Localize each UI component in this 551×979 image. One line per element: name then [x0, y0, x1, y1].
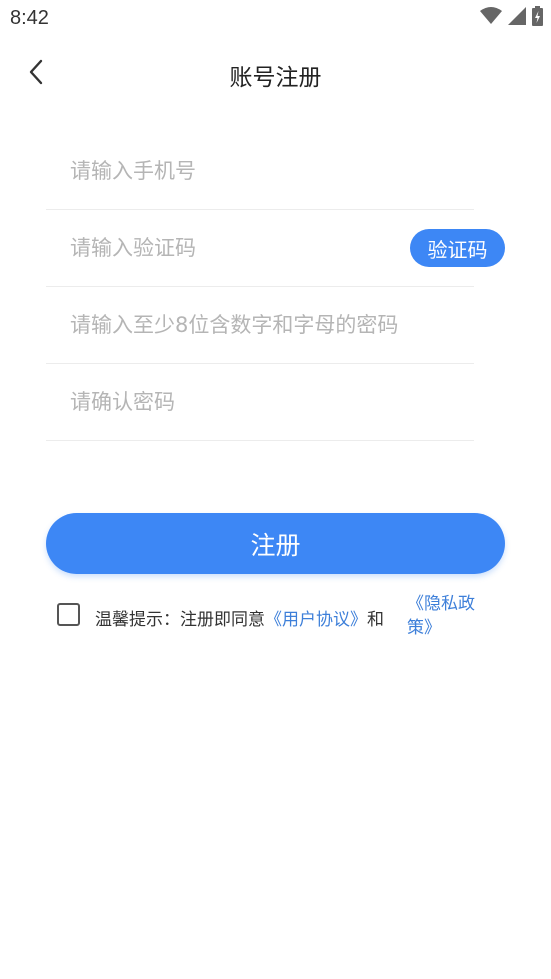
- user-agreement-link[interactable]: 《用户协议》: [265, 610, 367, 630]
- register-form: 验证码: [46, 133, 505, 441]
- phone-field-row: [46, 133, 474, 210]
- status-time: 8:42: [10, 7, 49, 29]
- verification-code-input[interactable]: [70, 210, 390, 286]
- header: 账号注册: [0, 38, 551, 110]
- get-code-button[interactable]: 验证码: [410, 229, 505, 267]
- page-title: 账号注册: [229, 65, 322, 91]
- confirm-password-field-row: [46, 364, 474, 441]
- agreement-and-text: 和: [367, 610, 384, 630]
- code-field-row: 验证码: [46, 210, 505, 287]
- status-bar: 8:42: [0, 0, 551, 38]
- agreement-text: 温馨提示：注册即同意《用户协议》和: [95, 605, 384, 630]
- agreement-checkbox[interactable]: [57, 603, 80, 626]
- agreement-row: 温馨提示：注册即同意《用户协议》和 《隐私政策》: [57, 590, 497, 646]
- register-button[interactable]: 注册: [46, 513, 505, 574]
- agreement-prefix: 温馨提示：注册即同意: [95, 610, 265, 630]
- phone-input[interactable]: [70, 133, 410, 209]
- confirm-password-input[interactable]: [70, 364, 410, 440]
- password-input[interactable]: [70, 287, 470, 363]
- status-icons: [480, 6, 543, 30]
- privacy-policy-link[interactable]: 《隐私政策》: [407, 592, 497, 640]
- wifi-icon: [480, 7, 502, 29]
- signal-icon: [508, 7, 526, 29]
- battery-charging-icon: [532, 6, 543, 30]
- password-field-row: [46, 287, 474, 364]
